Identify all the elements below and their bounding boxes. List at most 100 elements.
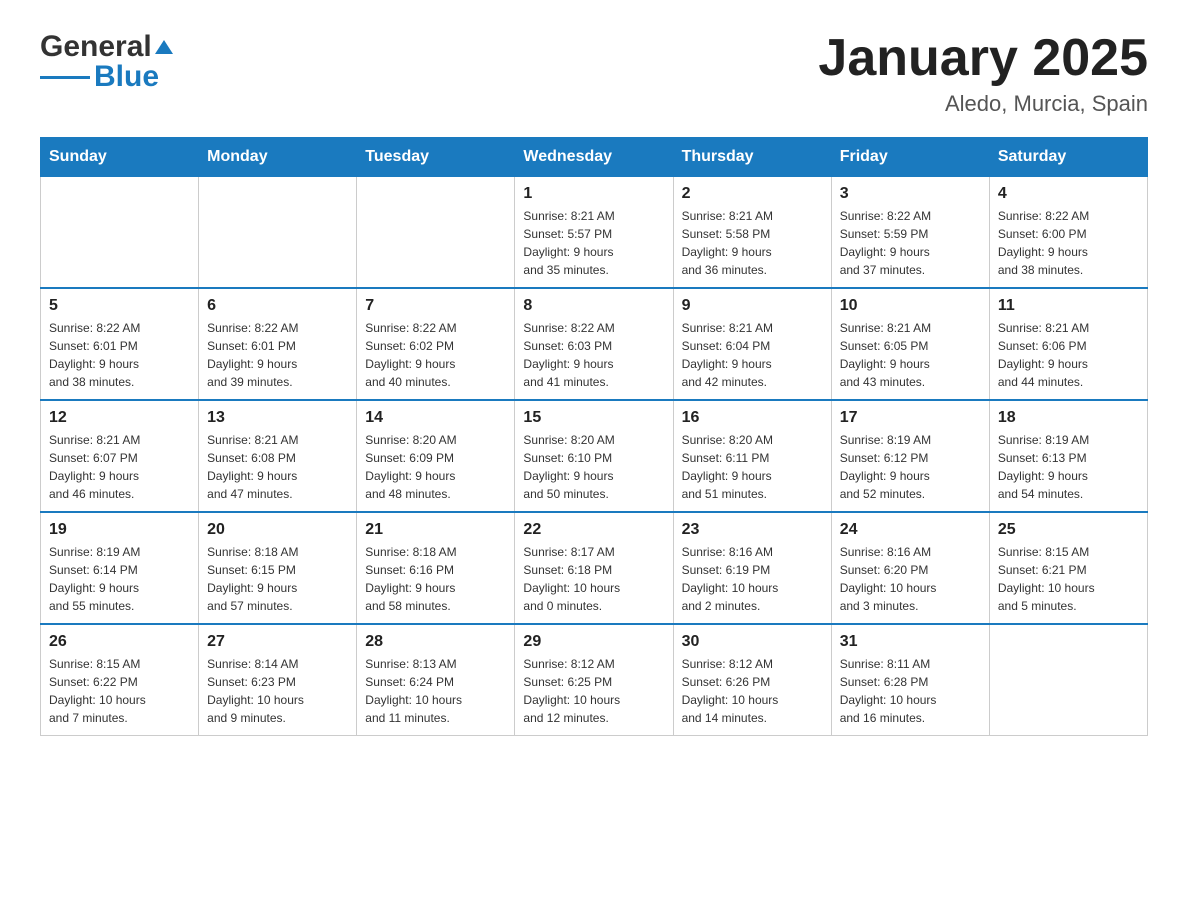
day-info: Sunrise: 8:20 AMSunset: 6:09 PMDaylight:…	[365, 431, 506, 503]
day-info: Sunrise: 8:22 AMSunset: 6:00 PMDaylight:…	[998, 207, 1139, 279]
day-number: 10	[840, 297, 981, 315]
calendar-week-row: 12 Sunrise: 8:21 AMSunset: 6:07 PMDayligh…	[41, 400, 1148, 512]
day-info: Sunrise: 8:22 AMSunset: 6:01 PMDaylight:…	[207, 319, 348, 391]
day-info: Sunrise: 8:14 AMSunset: 6:23 PMDaylight:…	[207, 655, 348, 727]
day-info: Sunrise: 8:12 AMSunset: 6:26 PMDaylight:…	[682, 655, 823, 727]
table-row: 5Sunrise: 8:22 AMSunset: 6:01 PMDaylight…	[41, 288, 199, 400]
day-info: Sunrise: 8:19 AMSunset: 6:13 PMDaylight:…	[998, 431, 1139, 503]
calendar-week-row: 5Sunrise: 8:22 AMSunset: 6:01 PMDaylight…	[41, 288, 1148, 400]
table-row: 20 Sunrise: 8:18 AMSunset: 6:15 PMDayligh…	[199, 512, 357, 624]
day-info: Sunrise: 8:11 AMSunset: 6:28 PMDaylight:…	[840, 655, 981, 727]
page-header: General Blue January 2025 Aledo, Murcia,…	[40, 30, 1148, 117]
table-row: 10 Sunrise: 8:21 AMSunset: 6:05 PMDayligh…	[831, 288, 989, 400]
logo-row: General	[40, 30, 175, 64]
day-number: 9	[682, 297, 823, 315]
col-wednesday: Wednesday	[515, 138, 673, 177]
table-row: 30 Sunrise: 8:12 AMSunset: 6:26 PMDayligh…	[673, 624, 831, 736]
table-row: 7Sunrise: 8:22 AMSunset: 6:02 PMDaylight…	[357, 288, 515, 400]
table-row: 14 Sunrise: 8:20 AMSunset: 6:09 PMDayligh…	[357, 400, 515, 512]
table-row: 23 Sunrise: 8:16 AMSunset: 6:19 PMDayligh…	[673, 512, 831, 624]
day-info: Sunrise: 8:21 AMSunset: 5:57 PMDaylight:…	[523, 207, 664, 279]
calendar-week-row: 1 Sunrise: 8:21 AMSunset: 5:57 PMDaylight…	[41, 177, 1148, 289]
day-number: 15	[523, 409, 664, 427]
day-number: 25	[998, 521, 1139, 539]
table-row	[199, 177, 357, 289]
day-number: 21	[365, 521, 506, 539]
day-number: 18	[998, 409, 1139, 427]
col-monday: Monday	[199, 138, 357, 177]
day-info: Sunrise: 8:20 AMSunset: 6:10 PMDaylight:…	[523, 431, 664, 503]
table-row: 29 Sunrise: 8:12 AMSunset: 6:25 PMDayligh…	[515, 624, 673, 736]
day-number: 31	[840, 633, 981, 651]
col-saturday: Saturday	[989, 138, 1147, 177]
day-number: 11	[998, 297, 1139, 315]
table-row	[41, 177, 199, 289]
logo-general-text: General	[40, 30, 152, 64]
day-number: 20	[207, 521, 348, 539]
table-row: 4 Sunrise: 8:22 AMSunset: 6:00 PMDaylight…	[989, 177, 1147, 289]
day-number: 26	[49, 633, 190, 651]
table-row: 18 Sunrise: 8:19 AMSunset: 6:13 PMDayligh…	[989, 400, 1147, 512]
day-info: Sunrise: 8:19 AMSunset: 6:14 PMDaylight:…	[49, 543, 190, 615]
table-row	[989, 624, 1147, 736]
day-info: Sunrise: 8:16 AMSunset: 6:20 PMDaylight:…	[840, 543, 981, 615]
day-number: 2	[682, 185, 823, 203]
table-row: 21Sunrise: 8:18 AMSunset: 6:16 PMDayligh…	[357, 512, 515, 624]
table-row: 24 Sunrise: 8:16 AMSunset: 6:20 PMDayligh…	[831, 512, 989, 624]
table-row: 17Sunrise: 8:19 AMSunset: 6:12 PMDayligh…	[831, 400, 989, 512]
day-number: 16	[682, 409, 823, 427]
day-number: 17	[840, 409, 981, 427]
day-info: Sunrise: 8:15 AMSunset: 6:21 PMDaylight:…	[998, 543, 1139, 615]
title-block: January 2025 Aledo, Murcia, Spain	[818, 30, 1148, 117]
day-info: Sunrise: 8:16 AMSunset: 6:19 PMDaylight:…	[682, 543, 823, 615]
day-number: 30	[682, 633, 823, 651]
calendar-header-row: Sunday Monday Tuesday Wednesday Thursday…	[41, 138, 1148, 177]
day-number: 1	[523, 185, 664, 203]
day-number: 3	[840, 185, 981, 203]
calendar-subtitle: Aledo, Murcia, Spain	[818, 91, 1148, 117]
table-row: 3Sunrise: 8:22 AMSunset: 5:59 PMDaylight…	[831, 177, 989, 289]
day-info: Sunrise: 8:15 AMSunset: 6:22 PMDaylight:…	[49, 655, 190, 727]
day-number: 8	[523, 297, 664, 315]
day-info: Sunrise: 8:21 AMSunset: 6:06 PMDaylight:…	[998, 319, 1139, 391]
day-info: Sunrise: 8:21 AMSunset: 6:05 PMDaylight:…	[840, 319, 981, 391]
day-info: Sunrise: 8:12 AMSunset: 6:25 PMDaylight:…	[523, 655, 664, 727]
day-info: Sunrise: 8:21 AMSunset: 6:07 PMDaylight:…	[49, 431, 190, 503]
day-number: 4	[998, 185, 1139, 203]
logo-blue-text: Blue	[94, 60, 159, 94]
day-number: 28	[365, 633, 506, 651]
day-number: 27	[207, 633, 348, 651]
day-number: 14	[365, 409, 506, 427]
day-number: 23	[682, 521, 823, 539]
col-tuesday: Tuesday	[357, 138, 515, 177]
day-number: 12	[49, 409, 190, 427]
table-row: 22 Sunrise: 8:17 AMSunset: 6:18 PMDayligh…	[515, 512, 673, 624]
day-info: Sunrise: 8:20 AMSunset: 6:11 PMDaylight:…	[682, 431, 823, 503]
day-number: 7	[365, 297, 506, 315]
logo: General Blue	[40, 30, 175, 94]
day-number: 19	[49, 521, 190, 539]
table-row: 6 Sunrise: 8:22 AMSunset: 6:01 PMDaylight…	[199, 288, 357, 400]
table-row: 2Sunrise: 8:21 AMSunset: 5:58 PMDaylight…	[673, 177, 831, 289]
table-row: 8Sunrise: 8:22 AMSunset: 6:03 PMDaylight…	[515, 288, 673, 400]
table-row: 26 Sunrise: 8:15 AMSunset: 6:22 PMDayligh…	[41, 624, 199, 736]
calendar-week-row: 19 Sunrise: 8:19 AMSunset: 6:14 PMDayligh…	[41, 512, 1148, 624]
day-number: 13	[207, 409, 348, 427]
day-info: Sunrise: 8:22 AMSunset: 6:01 PMDaylight:…	[49, 319, 190, 391]
col-friday: Friday	[831, 138, 989, 177]
day-info: Sunrise: 8:21 AMSunset: 6:04 PMDaylight:…	[682, 319, 823, 391]
logo-triangle-icon	[153, 38, 175, 56]
col-sunday: Sunday	[41, 138, 199, 177]
col-thursday: Thursday	[673, 138, 831, 177]
table-row: 28Sunrise: 8:13 AMSunset: 6:24 PMDayligh…	[357, 624, 515, 736]
calendar-title: January 2025	[818, 30, 1148, 87]
day-number: 22	[523, 521, 664, 539]
day-info: Sunrise: 8:18 AMSunset: 6:15 PMDaylight:…	[207, 543, 348, 615]
day-number: 6	[207, 297, 348, 315]
day-number: 29	[523, 633, 664, 651]
day-info: Sunrise: 8:17 AMSunset: 6:18 PMDaylight:…	[523, 543, 664, 615]
calendar-week-row: 26 Sunrise: 8:15 AMSunset: 6:22 PMDayligh…	[41, 624, 1148, 736]
table-row: 13Sunrise: 8:21 AMSunset: 6:08 PMDayligh…	[199, 400, 357, 512]
day-number: 24	[840, 521, 981, 539]
table-row: 27 Sunrise: 8:14 AMSunset: 6:23 PMDayligh…	[199, 624, 357, 736]
